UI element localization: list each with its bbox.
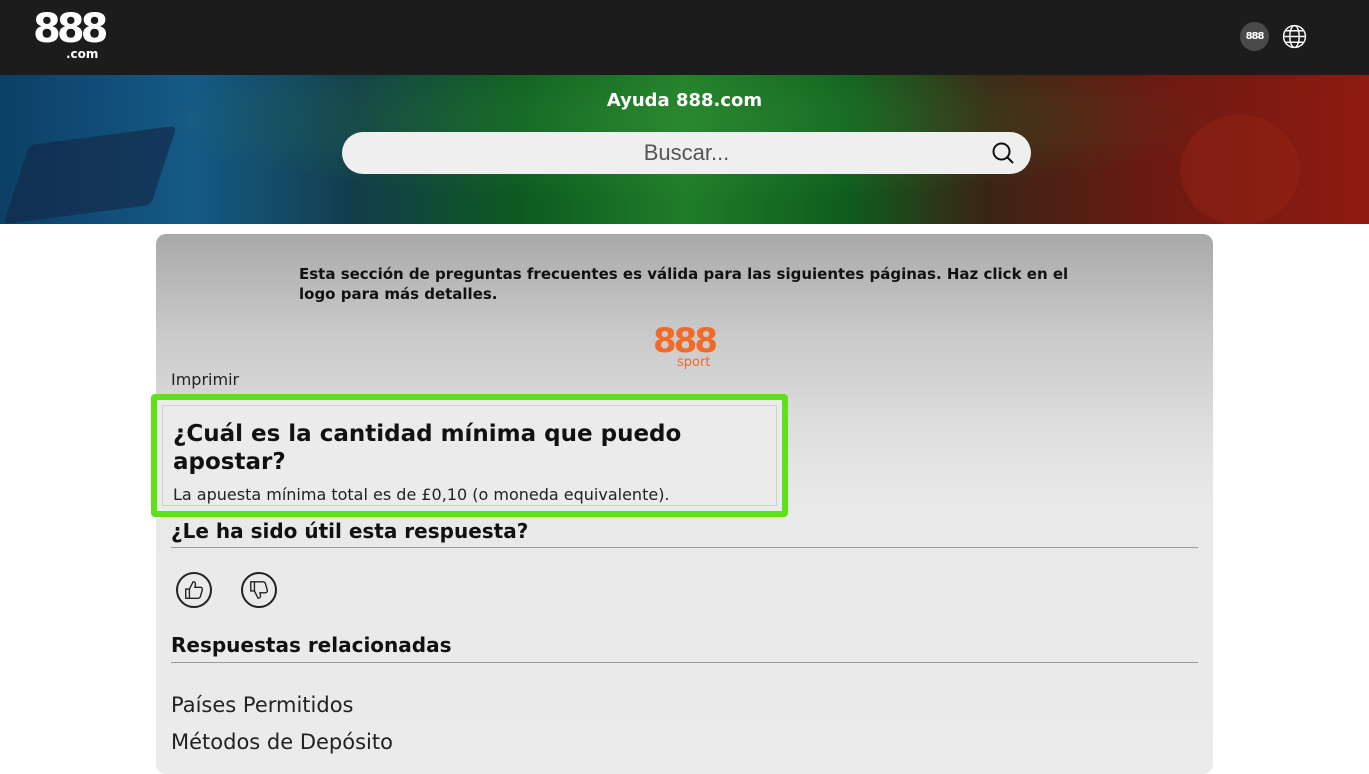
faq-validity-notice: Esta sección de preguntas frecuentes es … [299,265,1069,303]
related-link-paises-permitidos[interactable]: Países Permitidos [171,692,353,718]
thumbs-down-button[interactable] [241,572,277,608]
search-input[interactable] [342,132,1031,174]
thumbs-up-button[interactable] [176,572,212,608]
related-answers-heading: Respuestas relacionadas [171,633,452,657]
hero-decoration-sport [1180,115,1300,224]
divider [171,662,1198,663]
888-badge-icon[interactable]: 888 [1240,22,1269,51]
faq-card: Esta sección de preguntas frecuentes es … [151,234,1213,774]
search-icon[interactable] [991,141,1015,165]
faq-question: ¿Cuál es la cantidad mínima que puedo ap… [173,421,682,475]
faq-answer: La apuesta mínima total es de £0,10 (o m… [173,485,670,504]
888-logo[interactable]: 888 .com [33,7,108,63]
logo-number: 888 [33,6,108,52]
globe-icon[interactable] [1282,24,1307,49]
888sport-logo[interactable]: 888 sport [653,322,718,374]
hero-banner: Ayuda 888.com [0,75,1369,224]
top-bar: 888 .com 888 [0,0,1369,75]
hero-title: Ayuda 888.com [606,90,763,111]
answer-frame: ¿Cuál es la cantidad mínima que puedo ap… [162,405,777,506]
logo-suffix: .com [66,47,99,61]
highlighted-answer-box: ¿Cuál es la cantidad mínima que puedo ap… [151,394,788,517]
related-link-metodos-deposito[interactable]: Métodos de Depósito [171,729,393,755]
feedback-heading: ¿Le ha sido útil esta respuesta? [171,519,529,543]
print-link[interactable]: Imprimir [171,370,239,390]
thumbs-down-icon [250,581,269,599]
divider [171,547,1198,548]
sport-logo-text: sport [677,355,711,370]
thumbs-up-icon [185,581,204,599]
